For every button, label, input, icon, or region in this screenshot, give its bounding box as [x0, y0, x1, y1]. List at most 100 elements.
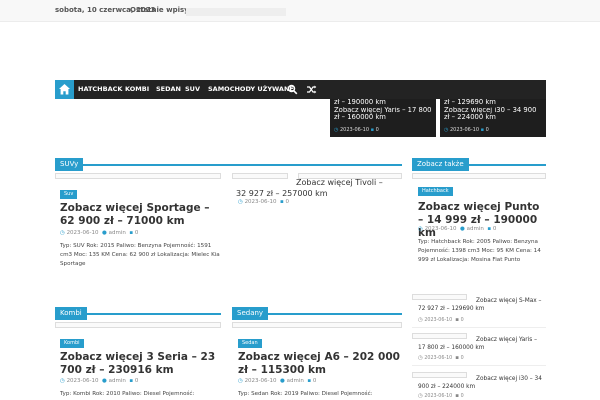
section-header-suv: SUVy: [55, 151, 402, 171]
clock-icon: ◷: [418, 393, 423, 399]
post-meta: ◷ 2023-06-10 ● admin ▪ 0: [238, 378, 316, 384]
section-title[interactable]: Kombi: [55, 307, 87, 320]
comment-icon: ▪: [480, 127, 485, 133]
clock-icon: ◷: [418, 355, 423, 361]
sidebar-post-title[interactable]: Zobacz więcej Yaris – 17 800 zł – 160000…: [418, 336, 546, 352]
post-date[interactable]: 2023-06-10: [424, 318, 452, 323]
post-date[interactable]: 2023-06-10: [67, 230, 99, 236]
section-title[interactable]: Sedany: [232, 307, 269, 320]
post-comments[interactable]: 0: [135, 378, 139, 384]
category-badge[interactable]: Hatchback: [418, 187, 453, 196]
sidebar-post-title[interactable]: Zobacz więcej S-Max – 72 927 zł – 129690…: [418, 297, 546, 313]
slider-comments: 0: [485, 127, 489, 133]
clock-icon: ◷: [418, 317, 423, 323]
post-comments[interactable]: 0: [286, 199, 290, 205]
latest-posts-label: Ostatnie wpisy:: [130, 6, 192, 14]
post-author[interactable]: admin: [109, 378, 126, 384]
slider-caption-line: zł – 190000 km: [330, 99, 436, 107]
post-meta: ◷ 2023-06-10 ● admin ▪ 0: [60, 230, 138, 236]
slider-caption-line: zł – 129690 km: [440, 99, 546, 107]
slider-caption-title: Zobacz więcej i30 – 34 900 zł – 224000 k…: [440, 107, 546, 123]
comment-icon: ▪: [455, 317, 460, 323]
post-meta: ◷ 2023-06-10 ▪ 0: [238, 199, 289, 205]
clock-icon: ◷: [238, 199, 243, 205]
category-badge[interactable]: Sedan: [238, 339, 262, 348]
post-excerpt: Typ: SUV Rok: 2015 Paliwo: Benzyna Pojem…: [60, 243, 220, 267]
user-icon: ●: [102, 230, 107, 236]
nav-item-sedan[interactable]: SEDAN: [156, 80, 181, 99]
slider-date: 2023-06-10: [449, 127, 480, 133]
search-icon[interactable]: [287, 84, 298, 95]
post-title[interactable]: Zobacz więcej A6 – 202 000 zł – 115300 k…: [238, 351, 400, 377]
slider-meta: ◷ 2023-06-10 ▪ 0: [440, 123, 546, 137]
slider-caption-title: Zobacz więcej Yaris – 17 800 zł – 160000…: [330, 107, 436, 123]
user-icon: ●: [460, 226, 465, 232]
post-image-placeholder[interactable]: [55, 322, 221, 328]
nav-item-hatchback[interactable]: HATCHBACK: [78, 80, 122, 99]
random-post-icon[interactable]: [306, 84, 317, 95]
section-header-sedany: Sedany: [232, 300, 402, 320]
slider-item[interactable]: zł – 129690 km Zobacz więcej i30 – 34 90…: [440, 99, 546, 137]
nav-item-kombi[interactable]: KOMBI: [125, 80, 149, 99]
sidebar-post-title[interactable]: Zobacz więcej i30 – 34 900 zł – 224000 k…: [418, 375, 546, 391]
clock-icon: ◷: [418, 226, 423, 232]
latest-posts-ticker[interactable]: [186, 8, 286, 16]
clock-icon: ◷: [334, 127, 339, 133]
post-author[interactable]: admin: [467, 226, 484, 232]
slider-date: 2023-06-10: [339, 127, 370, 133]
clock-icon: ◷: [444, 127, 449, 133]
sidebar-header: Zobacz także: [412, 151, 546, 171]
post-comments[interactable]: 0: [313, 378, 317, 384]
post-title[interactable]: Zobacz więcej Tivoli – 32 927 zł – 25700…: [236, 177, 386, 199]
post-comments[interactable]: 0: [135, 230, 139, 236]
comment-icon: ▪: [455, 393, 460, 399]
nav-item-suv[interactable]: SUV: [185, 80, 200, 99]
comment-icon: ▪: [280, 199, 284, 205]
post-image-placeholder[interactable]: [232, 322, 402, 328]
slider-comments: 0: [375, 127, 379, 133]
home-button[interactable]: [55, 80, 74, 99]
slider-item[interactable]: zł – 190000 km Zobacz więcej Yaris – 17 …: [330, 99, 436, 137]
post-meta: ◷ 2023-06-10 ▪ 0: [418, 355, 464, 361]
post-excerpt: Typ: Sedan Rok: 2019 Paliwo: Diesel Poje…: [238, 391, 373, 397]
divider: [412, 365, 546, 366]
category-badge[interactable]: Suv: [60, 190, 78, 199]
comment-icon: ▪: [129, 378, 134, 384]
post-author[interactable]: admin: [109, 230, 126, 236]
user-icon: ●: [102, 378, 107, 384]
post-comments[interactable]: 0: [461, 394, 464, 399]
section-title[interactable]: SUVy: [55, 158, 84, 171]
post-meta: ◷ 2023-06-10 ▪ 0: [418, 317, 464, 323]
post-comments[interactable]: 0: [461, 356, 464, 361]
post-date[interactable]: 2023-06-10: [245, 199, 277, 205]
comment-icon: ▪: [307, 378, 312, 384]
post-title[interactable]: Zobacz więcej Sportage – 62 900 zł – 710…: [60, 202, 220, 228]
clock-icon: ◷: [60, 378, 65, 384]
post-date[interactable]: 2023-06-10: [424, 356, 452, 361]
post-author[interactable]: admin: [287, 378, 304, 384]
post-meta: ◷ 2023-06-10 ▪ 0: [418, 393, 464, 399]
main-navigation: HATCHBACK KOMBI SEDAN SUV SAMOCHODY UŻYW…: [55, 80, 546, 99]
post-title[interactable]: Zobacz więcej Punto – 14 999 zł – 190000…: [418, 201, 546, 240]
comment-icon: ▪: [129, 230, 134, 236]
post-date[interactable]: 2023-06-10: [245, 378, 277, 384]
post-title[interactable]: Zobacz więcej 3 Seria – 23 700 zł – 2309…: [60, 351, 220, 377]
clock-icon: ◷: [238, 378, 243, 384]
comment-icon: ▪: [370, 127, 375, 133]
post-comments[interactable]: 0: [493, 226, 497, 232]
post-date[interactable]: 2023-06-10: [67, 378, 99, 384]
clock-icon: ◷: [60, 230, 65, 236]
post-image-placeholder[interactable]: [55, 173, 221, 179]
slider-meta: ◷ 2023-06-10 ▪ 0: [330, 123, 436, 137]
post-title-text[interactable]: Zobacz więcej Tivoli – 32 927 zł – 25700…: [236, 178, 383, 198]
post-date[interactable]: 2023-06-10: [424, 394, 452, 399]
sidebar-title[interactable]: Zobacz także: [412, 158, 469, 171]
post-comments[interactable]: 0: [461, 318, 464, 323]
top-bar: sobota, 10 czerwca, 2023 Ostatnie wpisy:: [0, 0, 600, 22]
nav-item-used-cars[interactable]: SAMOCHODY UŻYWANE: [208, 80, 294, 99]
category-badge[interactable]: Kombi: [60, 339, 84, 348]
comment-icon: ▪: [455, 355, 460, 361]
post-excerpt: Typ: Hatchback Rok: 2005 Paliwo: Benzyna…: [418, 239, 541, 263]
post-date[interactable]: 2023-06-10: [425, 226, 457, 232]
post-image-placeholder[interactable]: [412, 173, 546, 179]
